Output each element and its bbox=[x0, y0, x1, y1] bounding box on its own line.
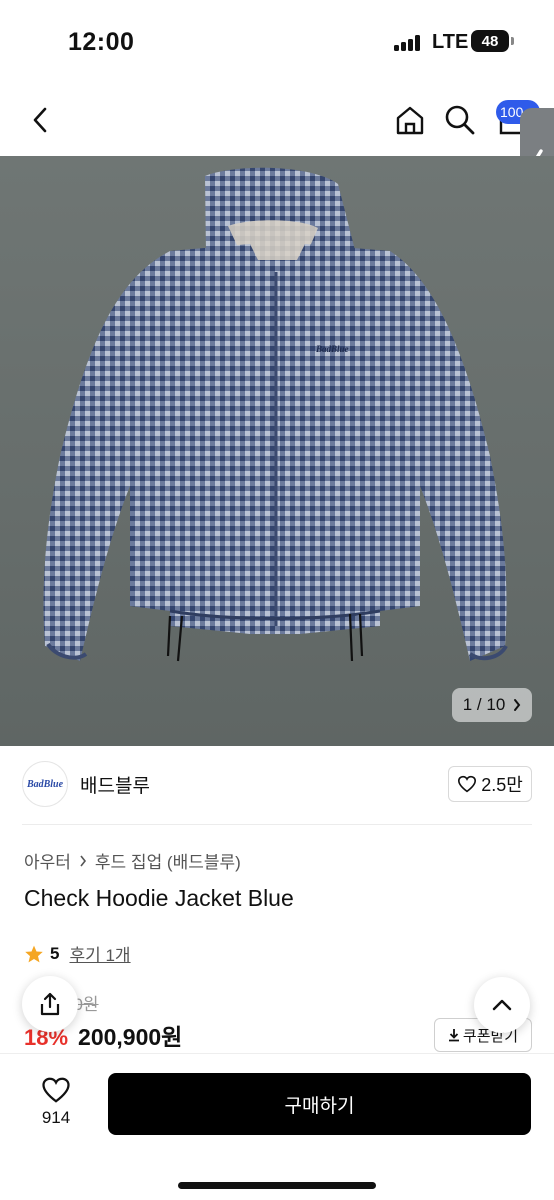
chevron-right-icon bbox=[514, 699, 521, 711]
search-button[interactable] bbox=[442, 100, 478, 140]
network-label: LTE bbox=[432, 31, 469, 53]
rating-row: 5 후기 1개 bbox=[24, 941, 131, 966]
battery-icon: 48 bbox=[471, 30, 514, 52]
brand-likes: 2.5만 bbox=[481, 775, 523, 795]
home-icon bbox=[396, 106, 424, 135]
sale-price: 200,900원 bbox=[78, 1024, 183, 1050]
share-button[interactable] bbox=[22, 976, 78, 1032]
brand-like-button[interactable]: 2.5만 bbox=[448, 766, 532, 802]
star-icon bbox=[25, 945, 43, 962]
jacket-logo: BadBlue bbox=[315, 344, 349, 354]
chevron-up-icon bbox=[492, 999, 512, 1011]
brand-logo: BadBlue bbox=[22, 761, 68, 807]
share-icon bbox=[40, 992, 60, 1016]
heart-icon bbox=[458, 775, 477, 793]
battery-level: 48 bbox=[481, 32, 499, 50]
divider bbox=[22, 824, 532, 825]
chevron-right-icon bbox=[80, 855, 86, 866]
home-indicator bbox=[178, 1182, 376, 1189]
search-icon bbox=[445, 105, 475, 135]
wish-count: 914 bbox=[41, 1108, 71, 1127]
back-button[interactable] bbox=[22, 100, 58, 140]
review-link[interactable]: 후기 1개 bbox=[69, 941, 130, 966]
breadcrumb-item-subcategory[interactable]: 후드 집업 (배드블루) bbox=[95, 848, 241, 873]
heart-icon bbox=[42, 1077, 70, 1103]
download-icon bbox=[448, 1029, 459, 1042]
top-nav bbox=[0, 84, 554, 156]
signal-icon bbox=[394, 35, 422, 51]
breadcrumb: 아우터 후드 집업 (배드블루) bbox=[24, 848, 241, 873]
bottom-action-bar: 914 구매하기 bbox=[0, 1054, 554, 1200]
brand-row[interactable]: BadBlue 배드블루 2.5만 bbox=[22, 756, 532, 812]
back-icon bbox=[33, 107, 47, 133]
buy-button[interactable]: 구매하기 bbox=[108, 1073, 531, 1135]
scroll-top-button[interactable] bbox=[474, 977, 530, 1033]
product-image[interactable]: BadBlue 1 / 10 bbox=[0, 156, 554, 746]
status-bar: 12:00 LTE 48 bbox=[0, 0, 554, 84]
brand-name[interactable]: 배드블루 bbox=[80, 771, 150, 798]
home-button[interactable] bbox=[392, 100, 428, 140]
image-counter-text: 1 / 10 bbox=[462, 695, 506, 714]
rating-score: 5 bbox=[50, 943, 60, 963]
product-title: Check Hoodie Jacket Blue bbox=[24, 885, 294, 911]
status-time: 12:00 bbox=[68, 28, 135, 56]
jacket-illustration: BadBlue bbox=[43, 167, 508, 662]
breadcrumb-item-category[interactable]: 아우터 bbox=[24, 848, 71, 873]
wish-button[interactable]: 914 bbox=[26, 1076, 86, 1128]
image-counter[interactable]: 1 / 10 bbox=[452, 688, 532, 722]
